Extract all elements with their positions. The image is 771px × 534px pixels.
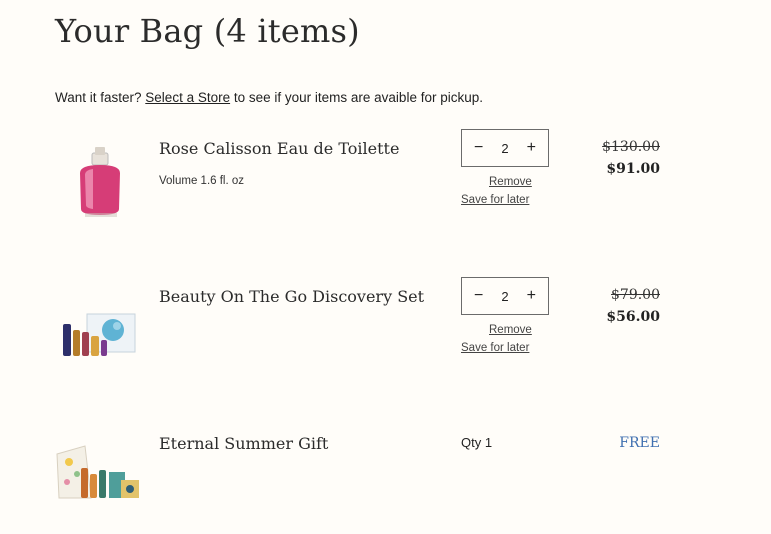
original-price: $130.00 xyxy=(602,139,660,155)
product-image-summer-gift[interactable] xyxy=(55,444,143,500)
product-variant: Volume 1.6 fl. oz xyxy=(159,175,245,187)
decrease-quantity-button[interactable]: − xyxy=(474,140,483,156)
quantity-value: 2 xyxy=(501,140,509,156)
remove-link[interactable]: Remove xyxy=(489,176,532,188)
quantity-label: Qty 1 xyxy=(461,435,493,450)
save-for-later-link[interactable]: Save for later xyxy=(461,342,529,354)
increase-quantity-button[interactable]: + xyxy=(527,140,536,156)
increase-quantity-button[interactable]: + xyxy=(527,288,536,304)
save-for-later-link[interactable]: Save for later xyxy=(461,194,529,206)
decrease-quantity-button[interactable]: − xyxy=(474,288,483,304)
quantity-stepper: − 2 + xyxy=(461,277,549,315)
select-store-link[interactable]: Select a Store xyxy=(145,90,230,105)
remove-link[interactable]: Remove xyxy=(489,324,532,336)
product-image-perfume[interactable] xyxy=(55,143,145,223)
original-price: $79.00 xyxy=(611,287,660,303)
quantity-stepper: − 2 + xyxy=(461,129,549,167)
pickup-prefix: Want it faster? xyxy=(55,90,142,105)
free-price: FREE xyxy=(619,435,660,451)
quantity-value: 2 xyxy=(501,288,509,304)
product-image-discovery-set[interactable] xyxy=(55,302,140,362)
pickup-message: Want it faster? Select a Store to see if… xyxy=(55,90,483,105)
product-name[interactable]: Eternal Summer Gift xyxy=(159,434,328,453)
product-name[interactable]: Beauty On The Go Discovery Set xyxy=(159,287,424,306)
product-name[interactable]: Rose Calisson Eau de Toilette xyxy=(159,139,399,158)
sale-price: $56.00 xyxy=(606,309,660,325)
sale-price: $91.00 xyxy=(606,161,660,177)
page-title: Your Bag (4 items) xyxy=(55,12,360,50)
pickup-suffix: to see if your items are avaible for pic… xyxy=(233,90,483,105)
